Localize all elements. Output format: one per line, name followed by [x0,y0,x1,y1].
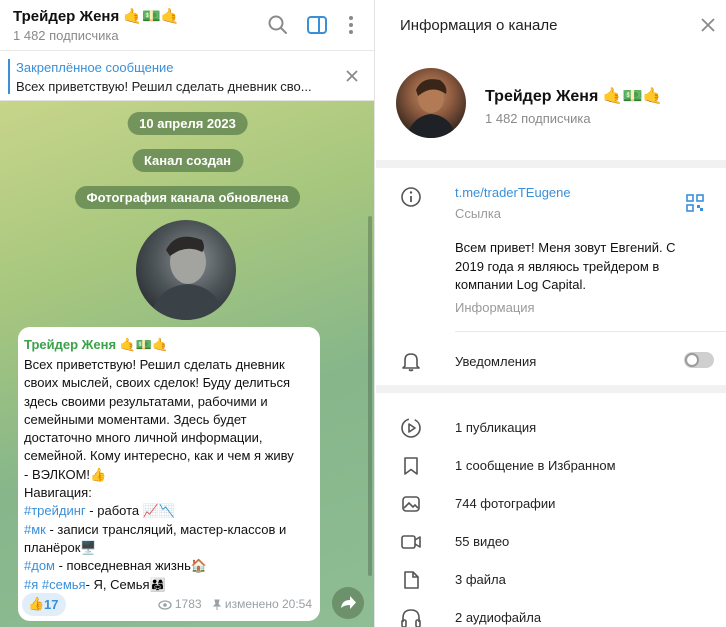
nav-line-mk-cont: планёрок🖥️ [24,539,320,557]
toggle-knob [685,353,699,367]
service-message-photo-updated: Фотография канала обновлена [74,186,301,209]
channel-subscribers: 1 482 подписчика [485,111,591,126]
nav-line-mk: #мк - записи трансляций, мастер-классов … [24,521,320,539]
channel-info-pane: Информация о канале Трейдер Женя 🤙💵🤙 1 4… [376,0,726,627]
nav-line-trading: #трейдинг - работа 📈📉 [24,502,320,520]
channel-link[interactable]: t.me/traderTEugene [455,185,571,200]
message-line: достаточно много личной информации, [24,430,263,446]
close-icon[interactable] [700,17,716,33]
telegram-window: Трейдер Женя 🤙💵🤙 1 482 подписчика Закреп… [0,0,726,627]
row-divider [455,331,726,332]
message-line: здесь своими результатами, рабочими и [24,393,268,409]
headphones-icon [401,609,421,627]
nav-line-home: #дом - повседневная жизнь🏠 [24,557,320,575]
hashtag-link[interactable]: #трейдинг [24,503,86,518]
date-badge: 10 апреля 2023 [127,112,248,135]
info-circle-icon [401,187,421,207]
publication-icon [401,418,421,438]
message-meta: 1783 изменено 20:54 [157,597,312,611]
more-options-icon[interactable] [338,12,364,38]
thumbs-up-icon: 👍 [28,596,45,611]
message-text: Всех приветствую! Решил сделать дневник … [24,356,320,594]
info-header-title: Информация о канале [400,17,558,34]
share-button[interactable] [332,587,364,619]
share-arrow-icon [341,596,356,609]
edited-time: изменено 20:54 [224,597,312,611]
notifications-label: Уведомления [455,354,537,369]
channel-link-label: Ссылка [455,206,502,221]
section-separator [376,385,726,393]
section-separator [376,160,726,168]
pinned-text: Всех приветствую! Решил сделать дневник … [16,79,312,94]
message-bubble[interactable]: Трейдер Женя 🤙💵🤙 Всех приветствую! Решил… [18,327,320,621]
media-label: 1 публикация [455,420,537,435]
channel-photo-image[interactable] [136,220,236,320]
nav-text: - работа 📈📉 [85,503,176,519]
sidebar-toggle-icon[interactable] [304,12,330,38]
chat-header[interactable]: Трейдер Женя 🤙💵🤙 1 482 подписчика [0,0,374,51]
notifications-toggle[interactable] [684,352,714,368]
channel-name: Трейдер Женя 🤙💵🤙 [485,88,663,105]
message-line: своих мыслей, своих сделок! Буду делитьс… [24,375,291,391]
media-label: 55 видео [455,534,510,549]
nav-text: - повседневная жизнь🏠 [54,558,208,574]
channel-description: Всем привет! Меня зовут Евгений. С 2019 … [455,240,676,292]
nav-line-family: #я #семья- Я, Семья👨‍👩‍👧 [24,576,320,594]
message-author[interactable]: Трейдер Женя 🤙💵🤙 [24,337,168,353]
media-label: 1 сообщение в Избранном [455,458,616,473]
reaction-button[interactable]: 👍 17 [22,593,66,616]
views-count: 1783 [174,597,202,611]
person-portrait-icon [150,236,226,320]
media-label: 744 фотографии [455,496,556,511]
nav-text: планёрок🖥️ [24,539,97,555]
message-line: семейной. Кому интересно, как и чем я жи… [24,448,294,464]
nav-text: - Я, Семья👨‍👩‍👧 [85,576,166,592]
views-eye-icon [157,600,172,610]
pinned-message[interactable]: Закреплённое сообщение Всех приветствую!… [0,51,374,101]
pin-icon [212,599,221,611]
hashtag-link[interactable]: #я #семья [24,577,86,592]
hashtag-link[interactable]: #дом [24,558,55,573]
chat-wallpaper: 10 апреля 2023 Канал создан Фотография к… [0,101,374,627]
chat-scrollbar[interactable] [368,216,372,576]
message-line: семейными моментами. Здесь будет [24,411,247,427]
pinned-accent-bar [8,59,10,94]
service-message-created: Канал создан [131,149,244,172]
message-line: - ВЭЛКОМ!👍 [24,466,107,482]
person-avatar-icon [406,79,456,138]
chat-pane: Трейдер Женя 🤙💵🤙 1 482 подписчика Закреп… [0,0,375,627]
search-icon[interactable] [265,12,291,38]
media-label: 2 аудиофайла [455,610,542,625]
photo-icon [402,496,420,512]
bell-icon [402,353,420,372]
qr-code-icon[interactable] [686,194,704,212]
message-line: Всех приветствую! Решил сделать дневник [24,357,285,372]
file-icon [404,571,419,589]
bookmark-icon [404,457,418,475]
chat-subscribers: 1 482 подписчика [13,28,119,43]
channel-avatar[interactable] [396,68,466,138]
video-icon [401,535,421,549]
chat-title[interactable]: Трейдер Женя 🤙💵🤙 [13,7,179,25]
close-icon[interactable] [345,69,359,83]
message-line: Навигация: [24,485,92,501]
reaction-count: 17 [44,597,59,612]
channel-description-label: Информация [455,300,535,315]
hashtag-link[interactable]: #мк [24,522,46,537]
media-label: 3 файла [455,572,506,587]
nav-text: - записи трансляций, мастер-классов и [45,521,287,537]
pinned-title: Закреплённое сообщение [16,60,174,75]
